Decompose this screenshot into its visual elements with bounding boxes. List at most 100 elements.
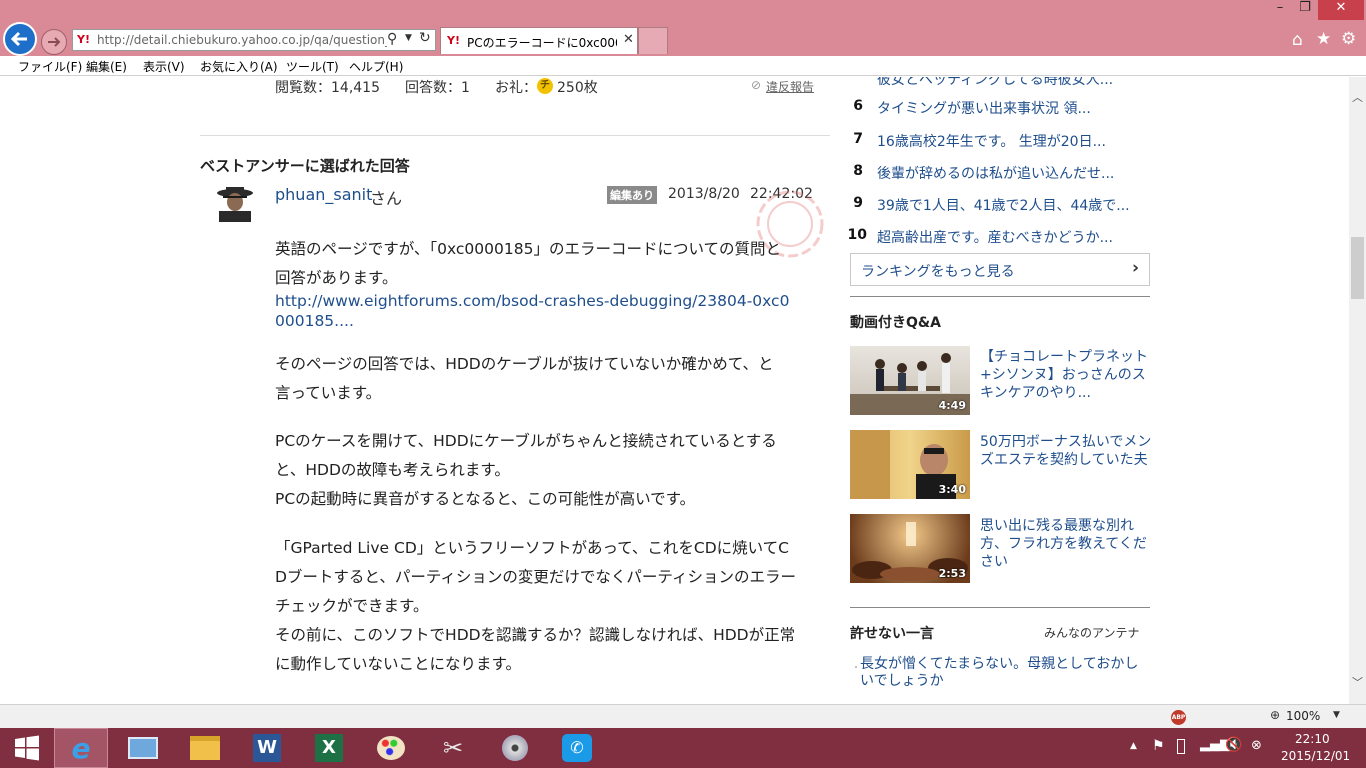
start-button[interactable] [0,728,54,768]
notification-close-icon[interactable]: ⊗ [1251,738,1262,753]
search-icon[interactable]: ⚲ [387,31,397,47]
home-icon[interactable]: ⌂ [1292,30,1303,50]
excel-icon: X [315,734,343,762]
address-bar[interactable]: Y! http://detail.chiebukuro.yahoo.co.jp/… [72,29,436,51]
video-thumbnail[interactable]: 3:40 [850,430,970,499]
clock-time[interactable]: 22:10 [1295,732,1330,746]
best-answer-heading: ベストアンサーに選ばれた回答 [200,157,410,175]
antenna-item[interactable]: 長女が憎くてたまらない。母親としておかしいでしょうか [860,656,1144,690]
taskbar-excel[interactable]: X [302,728,356,768]
video-title[interactable]: 思い出に残る最悪な別れ方、フラれ方を教えてください [980,517,1152,571]
taskbar-word[interactable]: W [240,728,294,768]
taskbar-ie[interactable]: e [54,728,108,768]
folder-icon [190,736,220,760]
tab-title: PCのエラーコードに0xc00001... [467,36,617,50]
close-tab-icon[interactable]: ✕ [623,32,634,47]
taskbar-app[interactable] [116,728,170,768]
tab-favicon: Y! [447,34,460,47]
clock-date[interactable]: 2015/12/01 [1281,749,1350,763]
browser-chrome: Y! http://detail.chiebukuro.yahoo.co.jp/… [0,0,1366,56]
menu-edit[interactable]: 編集(E) [86,58,127,75]
minimize-icon[interactable]: – [1268,0,1292,20]
scroll-up-icon[interactable]: ︿ [1352,89,1363,105]
page-content: 閲覧数：14,415 回答数：1 お礼： チ 250枚 ⊘ 違反報告 ベストアン… [0,77,1349,704]
answer-date: 2013/8/20 [668,186,740,202]
answer-paragraph-4: 「GParted Live CD」というフリーソフトがあって、これをCDに焼いて… [275,534,815,679]
menu-help[interactable]: ヘルプ(H) [349,58,403,75]
settings-gear-icon[interactable]: ⚙ [1341,29,1356,49]
video-thumbnail[interactable]: 4:49 [850,346,970,415]
menu-view[interactable]: 表示(V) [143,58,185,75]
taskbar-snipping[interactable]: ✂ [426,728,480,768]
scroll-down-icon[interactable]: ﹀ [1352,674,1363,690]
back-button[interactable] [3,22,37,56]
username-suffix: さん [370,189,403,208]
zoom-icon[interactable]: ⊕ [1270,708,1280,722]
ranking-item[interactable]: タイミングが悪い出来事状況 領... [877,98,1091,118]
show-hidden-icons-icon[interactable]: ▲ [1130,741,1137,751]
refresh-icon[interactable]: ↻ [419,30,431,46]
reward-value: 250枚 [557,80,598,96]
taskbar-media[interactable] [488,728,542,768]
answer-link-line[interactable]: 000185.... [275,311,815,331]
adblock-icon[interactable]: ABP [1171,710,1186,725]
video-thumbnail[interactable]: 2:53 [850,514,970,583]
new-tab-button[interactable] [638,27,668,54]
answers-count: 回答数：1 [405,80,470,96]
restore-icon[interactable]: ❐ [1293,0,1317,20]
ranking-number: 8 [853,163,863,179]
more-ranking-label: ランキングをもっと見る [861,264,1015,280]
menu-bar: ファイル(F) 編集(E) 表示(V) お気に入り(A) ツール(T) ヘルプ(… [0,56,1366,76]
menu-tools[interactable]: ツール(T) [286,58,339,75]
answer-link[interactable]: http://www.eightforums.com/bsod-crashes-… [275,291,815,331]
ie-icon: e [71,731,91,765]
battery-icon[interactable] [1177,739,1185,754]
vertical-scrollbar[interactable]: ︿ ﹀ [1349,77,1366,704]
ranking-item[interactable]: 後輩が辞めるのは私が追い込んだせ... [877,163,1114,183]
taskbar-explorer[interactable] [178,728,232,768]
favorites-star-icon[interactable]: ★ [1316,29,1331,49]
zoom-dropdown-icon[interactable]: ▼ [1333,710,1340,720]
answer-username[interactable]: phuan_sanit [275,185,372,204]
taskbar-chat[interactable]: ✆ [550,728,604,768]
answer-line: Dブートすると、パーティションの変更だけでなくパーティションのエラー [275,568,796,586]
zoom-level[interactable]: 100% [1286,709,1320,723]
avatar[interactable] [211,184,259,222]
scissors-icon: ✂ [442,734,464,762]
report-link[interactable]: 違反報告 [766,78,814,95]
answer-line: と、HDDの故障も考えられます。 [275,461,510,479]
taskbar-paint[interactable] [364,728,418,768]
ranking-item[interactable]: 16歳高校2年生です。 生理が20日... [877,131,1106,151]
ranking-item[interactable]: 39歳で1人目、41歳で2人目、44歳で... [877,195,1130,215]
dropdown-icon[interactable]: ▼ [405,33,412,43]
video-title[interactable]: 【チョコレートプラネット+シソンヌ】おっさんのスキンケアのやり... [980,348,1152,402]
answer-line: その前に、このソフトでHDDを認識するか？認識しなければ、HDDが正常 [275,626,796,644]
more-ranking-button[interactable]: ランキングをもっと見る › [850,253,1150,286]
answer-line: PCのケースを開けて、HDDにケーブルがちゃんと接続されているとする [275,432,777,450]
answer-link-line[interactable]: http://www.eightforums.com/bsod-crashes-… [275,291,815,311]
ranking-item[interactable]: 超高齢出産です。産むべきかどうか... [877,227,1113,247]
ranking-number: 6 [853,98,863,114]
close-window-button[interactable]: ✕ [1318,0,1364,20]
menu-file[interactable]: ファイル(F) [18,58,82,75]
video-title[interactable]: 50万円ボーナス払いでメンズエステを契約していた夫 [980,433,1152,469]
edited-badge: 編集あり [607,186,657,204]
forward-button[interactable] [41,29,67,55]
browser-tab[interactable]: Y! PCのエラーコードに0xc00001... ✕ [440,27,638,54]
folder-window-icon [128,737,158,759]
answer-line: 回答があります。 [275,269,398,287]
ranking-item-partial[interactable]: 彼女とベッティングしてる時彼女人... [877,77,1113,89]
answer-line: 「GParted Live CD」というフリーソフトがあって、これをCDに焼いて… [275,539,790,557]
flag-icon[interactable]: ⚑ [1152,738,1165,754]
menu-favorites[interactable]: お気に入り(A) [200,58,278,75]
answer-line: チェックができます。 [275,597,429,615]
volume-muted-icon[interactable]: 🔇 [1225,737,1242,753]
scrollbar-thumb[interactable] [1351,237,1364,299]
divider [850,296,1150,297]
ranking-number: 7 [853,131,863,147]
reward-label: お礼： [495,80,537,96]
back-arrow-icon [10,31,27,47]
taskbar: e W X ✂ ✆ ▲ ⚑ ▂▄▆ 🔇 ⊗ 22:10 2015/12/01 [0,728,1366,768]
antenna-source[interactable]: みんなのアンテナ [1044,624,1140,641]
word-icon: W [253,734,281,762]
